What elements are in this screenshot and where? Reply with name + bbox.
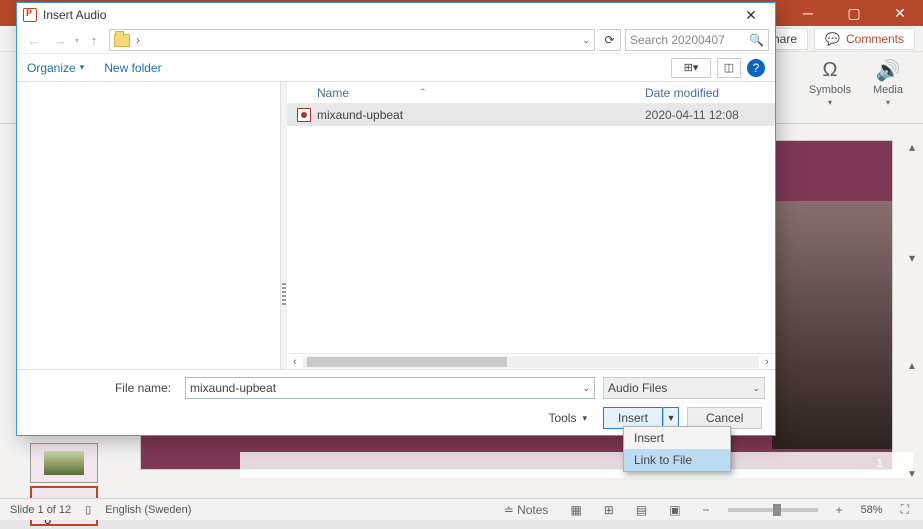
menu-item-link-to-file[interactable]: Link to File bbox=[624, 449, 730, 471]
view-mode-button[interactable]: ⊞▾ bbox=[671, 58, 711, 78]
minimize-button[interactable]: ─ bbox=[785, 0, 831, 26]
speaker-icon: 🔊 bbox=[876, 56, 901, 84]
history-dropdown-icon[interactable]: ▾ bbox=[75, 36, 79, 45]
vertical-scrollbar[interactable]: ▴ ▾ ▲ ▼ bbox=[903, 140, 921, 480]
help-button[interactable]: ? bbox=[747, 59, 765, 77]
search-icon: 🔍 bbox=[749, 33, 764, 47]
normal-view-icon[interactable]: ▦ bbox=[566, 503, 585, 517]
splitter-handle[interactable] bbox=[281, 82, 287, 369]
filmstrip-bar[interactable] bbox=[240, 452, 913, 478]
search-placeholder: Search 20200407 bbox=[630, 33, 725, 47]
file-name-label: File name: bbox=[27, 381, 177, 395]
reading-view-icon[interactable]: ▤ bbox=[632, 503, 651, 517]
file-name: mixaund-upbeat bbox=[317, 108, 645, 122]
path-separator: › bbox=[136, 33, 140, 47]
slide-counter: Slide 1 of 12 bbox=[10, 504, 71, 516]
search-input[interactable]: Search 20200407 🔍 bbox=[625, 29, 769, 51]
notes-button[interactable]: ≐ Notes bbox=[500, 503, 553, 517]
dialog-title: Insert Audio bbox=[43, 8, 106, 22]
zoom-in-button[interactable]: + bbox=[832, 503, 847, 517]
insert-dropdown-menu: Insert Link to File bbox=[623, 426, 731, 472]
column-date[interactable]: Date modified bbox=[645, 86, 775, 100]
omega-icon: Ω bbox=[823, 56, 838, 84]
file-name-input[interactable]: mixaund-upbeat ⌄ bbox=[185, 377, 595, 399]
file-name-value: mixaund-upbeat bbox=[190, 381, 276, 395]
sort-indicator-icon: ⌃ bbox=[419, 87, 427, 98]
file-row[interactable]: mixaund-upbeat 2020-04-11 12:08 bbox=[287, 104, 775, 126]
file-type-label: Audio Files bbox=[608, 381, 667, 395]
insert-audio-dialog: Insert Audio ✕ ← → ▾ ↑ › ⌄ ⟳ Search 2020… bbox=[16, 2, 776, 436]
status-bar: Slide 1 of 12 ▯ English (Sweden) ≐ Notes… bbox=[0, 498, 923, 520]
media-group[interactable]: 🔊 Media ▾ bbox=[861, 56, 915, 123]
powerpoint-icon bbox=[23, 8, 37, 22]
sorter-view-icon[interactable]: ⊞ bbox=[600, 503, 618, 517]
chevron-down-icon: ▾ bbox=[828, 98, 832, 107]
symbols-label: Symbols bbox=[809, 84, 851, 96]
dialog-body: Name ⌃ Date modified mixaund-upbeat 2020… bbox=[17, 81, 775, 369]
organize-menu[interactable]: Organize▾ bbox=[27, 61, 84, 75]
audio-file-icon bbox=[297, 108, 311, 122]
media-label: Media bbox=[873, 84, 903, 96]
chevron-down-icon: ⌄ bbox=[752, 383, 760, 394]
prev-slide-icon[interactable]: ▲ bbox=[907, 361, 917, 372]
nav-back-button[interactable]: ← bbox=[23, 29, 45, 51]
folder-tree-pane[interactable] bbox=[17, 82, 281, 369]
dialog-close-button[interactable]: ✕ bbox=[733, 7, 769, 24]
dialog-toolbar: Organize▾ New folder ⊞▾ ◫ ? bbox=[17, 53, 775, 81]
comment-icon: 💬 bbox=[825, 32, 840, 46]
dialog-nav-row: ← → ▾ ↑ › ⌄ ⟳ Search 20200407 🔍 bbox=[17, 27, 775, 53]
file-list-blank[interactable] bbox=[287, 126, 775, 353]
maximize-button[interactable]: ▢ bbox=[831, 0, 877, 26]
nav-up-button[interactable]: ↑ bbox=[83, 29, 105, 51]
zoom-slider[interactable] bbox=[728, 508, 818, 512]
dialog-titlebar[interactable]: Insert Audio ✕ bbox=[17, 3, 775, 27]
divider-icon: ▯ bbox=[85, 503, 91, 516]
column-name[interactable]: Name bbox=[317, 86, 349, 100]
slideshow-view-icon[interactable]: ▣ bbox=[665, 503, 684, 517]
folder-icon bbox=[114, 34, 130, 47]
comments-button[interactable]: 💬 Comments bbox=[814, 28, 915, 50]
scroll-right-icon[interactable]: › bbox=[759, 356, 775, 368]
zoom-out-button[interactable]: − bbox=[699, 503, 714, 517]
new-folder-button[interactable]: New folder bbox=[104, 61, 161, 75]
slide-thumbnail[interactable] bbox=[30, 443, 98, 483]
scroll-left-icon[interactable]: ‹ bbox=[287, 356, 303, 368]
scroll-thumb[interactable] bbox=[307, 357, 507, 367]
zoom-level[interactable]: 58% bbox=[861, 504, 883, 516]
close-app-button[interactable]: ✕ bbox=[877, 0, 923, 26]
menu-item-insert[interactable]: Insert bbox=[624, 427, 730, 449]
file-type-select[interactable]: Audio Files ⌄ bbox=[603, 377, 765, 399]
file-date: 2020-04-11 12:08 bbox=[645, 108, 775, 122]
next-slide-icon[interactable]: ▼ bbox=[907, 469, 917, 480]
file-list-pane: Name ⌃ Date modified mixaund-upbeat 2020… bbox=[287, 82, 775, 369]
language-label[interactable]: English (Sweden) bbox=[105, 504, 191, 516]
chevron-down-icon[interactable]: ⌄ bbox=[582, 35, 590, 46]
horizontal-scrollbar[interactable]: ‹ › bbox=[287, 353, 775, 369]
tools-menu[interactable]: Tools ▾ bbox=[185, 411, 595, 425]
chevron-down-icon: ▾ bbox=[886, 98, 890, 107]
column-headers[interactable]: Name ⌃ Date modified bbox=[287, 82, 775, 104]
symbols-group[interactable]: Ω Symbols ▾ bbox=[803, 56, 857, 123]
fit-window-icon[interactable]: ⛶ bbox=[897, 502, 913, 517]
nav-forward-button[interactable]: → bbox=[49, 29, 71, 51]
address-bar[interactable]: › ⌄ bbox=[109, 29, 595, 51]
chevron-down-icon[interactable]: ⌄ bbox=[582, 383, 590, 394]
comments-label: Comments bbox=[846, 32, 904, 46]
scroll-down-icon[interactable]: ▾ bbox=[909, 251, 915, 265]
preview-pane-button[interactable]: ◫ bbox=[717, 58, 741, 78]
refresh-button[interactable]: ⟳ bbox=[599, 29, 621, 51]
scroll-up-icon[interactable]: ▴ bbox=[909, 140, 915, 154]
slide-image-placeholder bbox=[772, 201, 892, 449]
